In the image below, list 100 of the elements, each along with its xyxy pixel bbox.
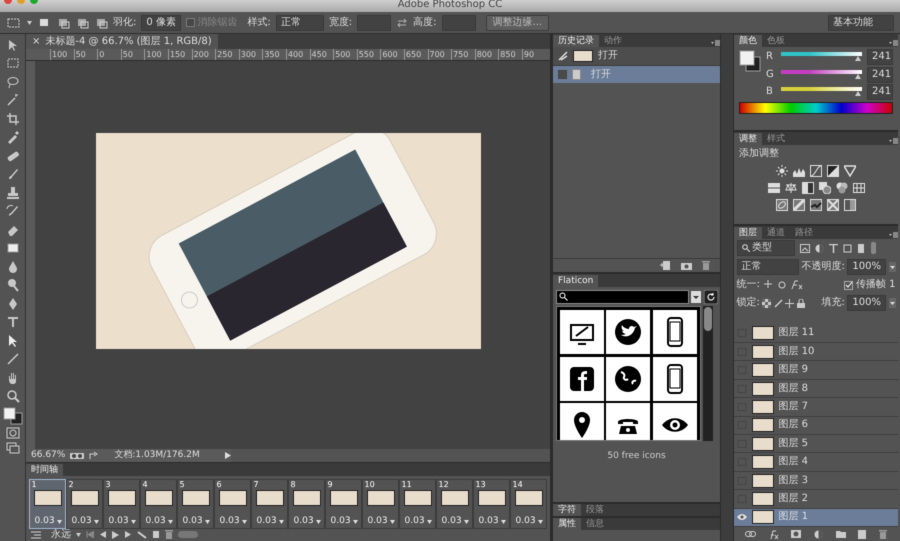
frame-delay[interactable]: 0.03	[478, 516, 499, 526]
zoom-icon[interactable]	[6, 389, 20, 403]
caret-icon[interactable]	[464, 520, 468, 524]
blend-mode-select[interactable]: 正常	[736, 258, 800, 274]
panel-tab[interactable]: 调整	[734, 133, 762, 145]
magnifier-glass-icon[interactable]	[6, 278, 20, 292]
gradient-icon[interactable]	[6, 241, 20, 255]
panel-menu-icon[interactable]	[888, 231, 898, 239]
camera-icon[interactable]	[681, 261, 692, 270]
line-icon[interactable]	[6, 352, 20, 366]
snapshot-name[interactable]: 打开	[598, 50, 618, 62]
panel-tab[interactable]: 样式	[762, 133, 790, 145]
color-swatches-icon[interactable]	[2, 406, 22, 424]
caret-icon[interactable]	[426, 520, 432, 524]
animation-frame[interactable]: 3 0.03	[102, 478, 140, 528]
move-arrows-icon[interactable]	[785, 298, 794, 308]
frame-delay[interactable]: 0.03	[72, 516, 92, 526]
scroll-thumb[interactable]	[704, 307, 712, 331]
smart-object-filter-icon[interactable]	[856, 244, 866, 252]
frame-delay[interactable]: 0.03	[256, 516, 277, 526]
shape-filter-icon[interactable]	[842, 244, 852, 252]
fill-field[interactable]: 100%	[847, 295, 886, 311]
panel-tab[interactable]: 信息	[581, 518, 609, 530]
type-filter-icon[interactable]	[828, 244, 838, 252]
photo-filter-icon[interactable]	[818, 182, 830, 194]
adjustment-filter-icon[interactable]	[814, 244, 824, 252]
panel-menu-icon[interactable]	[888, 39, 898, 47]
effects-icon[interactable]	[768, 530, 779, 538]
lasso-icon[interactable]	[6, 74, 20, 88]
mask-icon[interactable]	[791, 530, 802, 538]
lock-icon[interactable]	[796, 298, 805, 308]
filter-select[interactable]: 类型	[736, 240, 794, 256]
quick-mask-icon[interactable]	[6, 427, 20, 439]
style-select[interactable]: 正常	[276, 14, 324, 30]
type-tool-icon[interactable]	[6, 315, 20, 329]
balance-scale-icon[interactable]	[784, 182, 796, 194]
channel-value-field[interactable]: 241	[867, 66, 893, 82]
caret-icon[interactable]	[352, 520, 358, 524]
half-filled-square-icon[interactable]	[802, 182, 814, 194]
swap-icon[interactable]	[396, 16, 408, 28]
caret-icon[interactable]	[242, 520, 246, 524]
width-field[interactable]	[357, 14, 392, 30]
search-field[interactable]	[556, 290, 688, 304]
new-document-icon[interactable]	[660, 261, 671, 270]
layer-row[interactable]: 图层 8	[734, 380, 898, 398]
marquee-icon[interactable]	[6, 56, 20, 70]
color-swatches-icon[interactable]	[739, 50, 761, 72]
feather-field[interactable]: 0 像素	[141, 14, 181, 30]
stamp-icon[interactable]	[6, 186, 20, 200]
posterize-icon[interactable]	[793, 198, 805, 210]
panel-tab[interactable]: 段落	[581, 504, 609, 516]
caret-icon[interactable]	[130, 520, 136, 524]
document-tab-title[interactable]: 未标题-4 @ 66.7% (图层 1, RGB/8)	[45, 34, 212, 49]
frame-delay[interactable]: 0.03	[220, 516, 240, 526]
workspace-select[interactable]: 基本功能	[828, 14, 894, 30]
layer-row[interactable]: 图层 6	[734, 416, 898, 436]
exposure-icon[interactable]	[827, 164, 839, 176]
panel-tab[interactable]: 时间轴	[26, 464, 63, 476]
frame-delay[interactable]: 0.03	[182, 516, 203, 526]
caret-icon[interactable]	[538, 520, 542, 524]
layer-row[interactable]: 图层 3	[734, 472, 898, 490]
color-spectrum[interactable]	[739, 102, 893, 114]
next-frame-icon[interactable]	[124, 531, 132, 538]
frame-delay[interactable]: 0.03	[146, 516, 166, 526]
channel-mixer-icon[interactable]	[836, 182, 848, 194]
adjustment-layer-icon[interactable]	[814, 530, 823, 538]
checkerboard-icon[interactable]	[762, 298, 772, 308]
panel-tab[interactable]: 历史记录	[553, 35, 599, 47]
panel-menu-icon[interactable]	[888, 137, 898, 145]
refine-edge-button[interactable]: 调整边缘...	[486, 14, 550, 30]
filter-toggle-icon[interactable]	[870, 242, 876, 254]
opacity-field[interactable]: 100%	[847, 258, 886, 274]
globe-icon[interactable]	[613, 364, 643, 394]
trash-icon[interactable]	[702, 261, 710, 270]
animation-frame[interactable]: 10 0.03	[362, 478, 398, 528]
unify-style-icon[interactable]	[791, 280, 804, 290]
selective-color-icon[interactable]	[827, 198, 839, 210]
gradient-map-icon[interactable]	[844, 198, 856, 210]
slider-thumb-icon[interactable]	[854, 56, 861, 61]
caret-icon[interactable]	[27, 20, 32, 24]
history-brush-icon[interactable]	[6, 204, 20, 218]
checkbox-icon[interactable]	[844, 280, 854, 290]
invert-icon[interactable]	[776, 198, 788, 210]
animation-frame[interactable]: 13 0.03	[472, 478, 510, 528]
caret-icon[interactable]	[168, 520, 172, 524]
animation-frame[interactable]: 9 0.03	[324, 478, 362, 528]
refresh-icon[interactable]	[704, 290, 718, 304]
frame-delay[interactable]: 0.03	[442, 516, 462, 526]
layer-row[interactable]: 图层 10	[734, 343, 898, 362]
panel-tab[interactable]: 动作	[599, 35, 627, 47]
tween-icon[interactable]	[137, 530, 147, 538]
share-icon[interactable]	[89, 451, 100, 460]
layer-row[interactable]: 图层 11	[734, 324, 898, 344]
panel-tab[interactable]: 路径	[790, 227, 818, 239]
previous-frame-icon[interactable]	[99, 531, 107, 538]
caret-icon[interactable]	[204, 520, 210, 524]
grid-table-icon[interactable]	[852, 182, 864, 194]
caret-icon[interactable]	[500, 520, 506, 524]
height-field[interactable]	[442, 14, 476, 30]
scroll-thumb[interactable]	[178, 531, 198, 538]
